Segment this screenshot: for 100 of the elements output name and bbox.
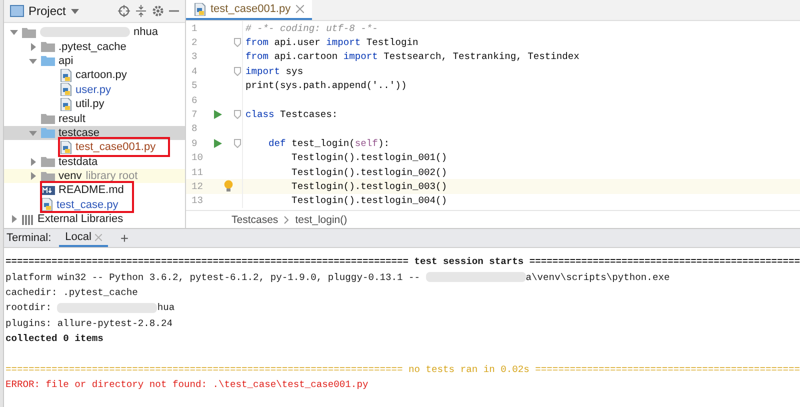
python-file-icon	[194, 2, 206, 16]
folder-icon	[40, 55, 54, 66]
terminal-tab[interactable]: Local	[59, 229, 108, 247]
code-line: print(sys.path.append('..'))	[246, 80, 407, 92]
line-number: 7	[190, 109, 198, 120]
close-icon[interactable]	[296, 5, 304, 13]
terminal-text: plugins: allure-pytest-2.8.24	[6, 318, 172, 329]
tree-item[interactable]: testcase	[4, 126, 184, 140]
folder-icon	[40, 41, 54, 52]
code-line: Testlogin().testlogin_004()	[290, 195, 448, 206]
code-line: # -*- coding: utf-8 -*-	[246, 22, 378, 34]
terminal-text: ====================================================================== test session starts ===============================================	[6, 256, 800, 268]
fold-icon[interactable]	[234, 110, 240, 120]
caret-icon[interactable]	[70, 8, 79, 14]
run-icon[interactable]	[214, 138, 222, 148]
tree-item[interactable]: venv library root	[4, 168, 184, 184]
line-number: 2	[190, 37, 198, 48]
expand-arrow-icon[interactable]	[28, 172, 36, 180]
folder-icon	[40, 170, 54, 182]
expand-arrow-icon[interactable]	[28, 158, 36, 166]
tree-item[interactable]: .pytest_cache	[4, 39, 184, 54]
code-line: Testlogin().testlogin_003()	[290, 180, 448, 192]
code-line: import sys	[246, 66, 304, 77]
tree-hint: library root	[86, 170, 138, 182]
line-number: 13	[190, 195, 204, 206]
tree-item[interactable]: testdata	[4, 154, 184, 169]
close-icon[interactable]	[95, 234, 102, 240]
breadcrumb-item[interactable]: test_login()	[295, 214, 348, 226]
breadcrumb-item[interactable]: Testcases	[232, 214, 278, 226]
terminal-text: rootdir:	[6, 302, 53, 314]
collapse-icon[interactable]	[134, 5, 146, 17]
library-icon	[22, 214, 34, 225]
expand-arrow-icon[interactable]	[28, 128, 36, 137]
line-number: 5	[190, 80, 198, 92]
folder-icon	[10, 5, 24, 17]
terminal-text: a\venv\scripts\python.exe	[526, 272, 670, 283]
tree-label: venv	[58, 170, 82, 182]
folder-icon	[22, 26, 36, 38]
crosshair-icon[interactable]	[118, 5, 130, 17]
tree-label: user.py	[76, 84, 111, 96]
editor-tab[interactable]: test_case001.py	[186, 0, 312, 20]
tree-label: .pytest_cache	[58, 40, 126, 53]
terminal-text: cachedir: .pytest_cache	[6, 286, 138, 298]
code-line: def test_login(self):	[268, 138, 390, 149]
tree-label: README.md	[58, 184, 124, 196]
tree-item[interactable]: nhua	[4, 25, 184, 40]
fold-icon[interactable]	[234, 66, 240, 76]
tree-label: test_case001.py	[76, 141, 156, 154]
line-number: 8	[190, 123, 198, 134]
tree-label: result	[58, 112, 86, 125]
code-line: from api.user import Testlogin	[246, 37, 418, 48]
lightbulb-icon[interactable]	[224, 180, 232, 192]
code-line: class Testcases:	[246, 109, 338, 120]
line-number: 4	[190, 66, 198, 77]
tree-item[interactable]: External Libraries	[4, 212, 184, 226]
code-line: from api.cartoon import Testsearch, Testranking, Testindex	[246, 51, 580, 62]
expand-arrow-icon[interactable]	[28, 42, 36, 51]
fold-icon[interactable]	[234, 138, 240, 148]
expand-arrow-icon[interactable]	[28, 56, 36, 65]
tree-label: testdata	[58, 156, 98, 168]
expand-arrow-icon[interactable]	[10, 28, 18, 36]
run-icon[interactable]	[214, 110, 222, 120]
line-number: 9	[190, 138, 198, 149]
tree-label: testcase	[58, 126, 100, 139]
tree-label: nhua	[134, 26, 158, 38]
terminal-label: Terminal:	[6, 232, 52, 244]
tree-label: cartoon.py	[76, 69, 127, 82]
tree-item[interactable]: result	[4, 111, 184, 126]
chevron-icon	[284, 216, 290, 224]
terminal-text: platform win32 -- Python 3.6.2, pytest-6.1.2, py-1.9.0, pluggy-0.13.1 --	[6, 272, 422, 283]
project-title[interactable]: Project	[28, 4, 66, 18]
code-line: Testlogin().testlogin_001()	[290, 152, 448, 164]
expand-arrow-icon[interactable]	[10, 215, 18, 224]
tree-item[interactable]: user.py	[4, 82, 184, 97]
line-number: 10	[190, 152, 204, 164]
tree-label: test_case.py	[56, 198, 118, 211]
line-number: 12	[190, 180, 204, 192]
tree-label: External Libraries	[38, 213, 124, 226]
python-file-icon	[40, 198, 52, 212]
tree-label: util.py	[76, 98, 104, 110]
folder-icon	[40, 127, 54, 138]
settings-icon[interactable]	[152, 5, 164, 17]
new-tab-button[interactable]: +	[116, 230, 133, 246]
terminal-text: hua	[157, 302, 175, 314]
python-file-icon	[60, 68, 72, 82]
tree-item[interactable]: api	[4, 54, 184, 68]
line-number: 3	[190, 51, 198, 62]
line-number: 1	[190, 22, 198, 34]
python-file-icon	[60, 98, 72, 111]
fold-icon[interactable]	[234, 38, 240, 48]
line-number: 11	[190, 166, 204, 178]
code-line: Testlogin().testlogin_002()	[290, 166, 448, 178]
line-number: 6	[190, 94, 198, 106]
terminal-text: ===================================================================== no tests ran in 0.02s ==============================================	[6, 364, 800, 375]
tree-item[interactable]: README.md	[4, 183, 184, 198]
tree-item[interactable]: test_case001.py	[4, 140, 184, 155]
python-file-icon	[60, 83, 72, 96]
tree-item[interactable]: util.py	[4, 96, 184, 112]
terminal-text: ERROR: file or directory not found: .\test_case\test_case001.py	[6, 379, 368, 390]
tree-item[interactable]: cartoon.py	[4, 68, 184, 83]
